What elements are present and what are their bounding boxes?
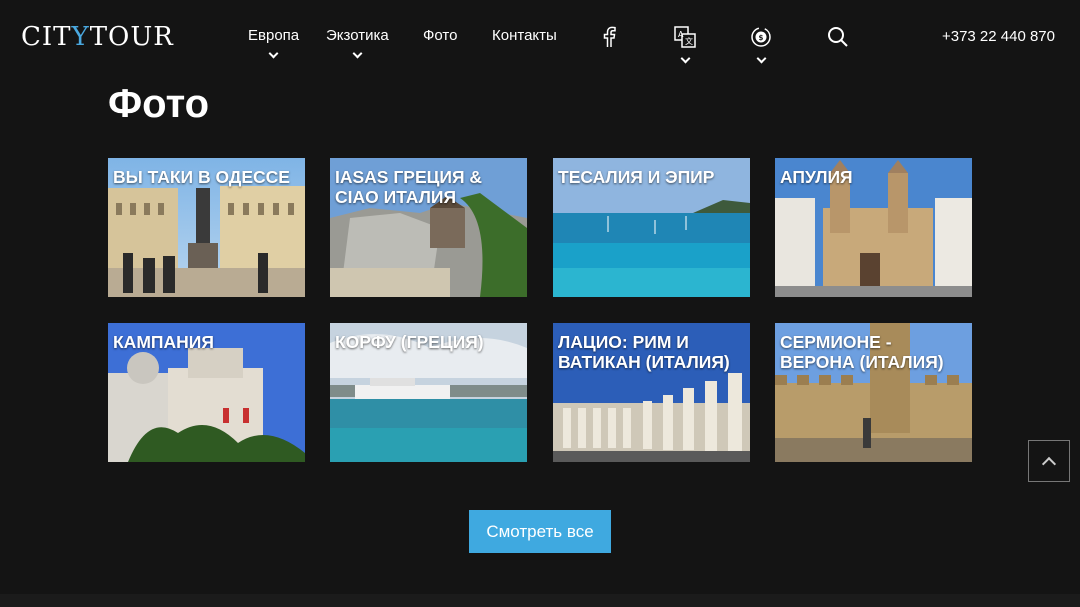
logo-text-part2: TOUR xyxy=(89,22,174,52)
chevron-down-icon[interactable] xyxy=(680,53,691,64)
logo-text-part1: CIT xyxy=(21,22,72,52)
phone-link[interactable]: +373 22 440 870 xyxy=(942,28,1055,45)
chevron-down-icon[interactable] xyxy=(756,53,767,64)
view-all-button[interactable]: Смотреть все xyxy=(469,510,611,553)
page-title: Фото xyxy=(108,82,210,126)
svg-text:A: A xyxy=(678,30,684,39)
tile-label: ВЫ ТАКИ В ОДЕССЕ xyxy=(113,167,290,187)
gallery-tile-greece-italy[interactable]: IASAS ГРЕЦИЯ & CIAO ИТАЛИЯ xyxy=(330,158,527,297)
tile-label: АПУЛИЯ xyxy=(780,167,853,187)
gallery-tile-thessaly[interactable]: ТЕСАЛИЯ И ЭПИР xyxy=(553,158,750,297)
currency-icon[interactable]: $ xyxy=(748,24,774,50)
facebook-icon[interactable] xyxy=(596,24,622,50)
gallery-tile-apulia[interactable]: АПУЛИЯ xyxy=(775,158,972,297)
tile-label: ТЕСАЛИЯ И ЭПИР xyxy=(558,167,715,187)
nav-label: Экзотика xyxy=(326,27,389,44)
nav-item-exotic[interactable]: Экзотика xyxy=(326,27,389,59)
tile-label: КОРФУ (ГРЕЦИЯ) xyxy=(335,332,484,352)
nav-item-europe[interactable]: Европа xyxy=(248,27,300,59)
search-icon[interactable] xyxy=(825,24,851,50)
footer-strip xyxy=(0,594,1080,607)
tile-label: ЛАЦИО: РИМ И ВАТИКАН (ИТАЛИЯ) xyxy=(558,332,730,372)
tile-label: СЕРМИОНЕ - ВЕРОНА (ИТАЛИЯ) xyxy=(780,332,944,372)
chevron-up-icon xyxy=(1041,456,1057,471)
gallery-tile-odessa[interactable]: ВЫ ТАКИ В ОДЕССЕ xyxy=(108,158,305,297)
language-icon[interactable]: A文 xyxy=(672,24,698,50)
gallery-tile-corfu[interactable]: КОРФУ (ГРЕЦИЯ) xyxy=(330,323,527,462)
scroll-to-top-button[interactable] xyxy=(1028,440,1070,482)
tile-label: КАМПАНИЯ xyxy=(113,332,214,352)
chevron-down-icon xyxy=(352,48,363,59)
gallery-tile-sirmione[interactable]: СЕРМИОНЕ - ВЕРОНА (ИТАЛИЯ) xyxy=(775,323,972,462)
nav-label: Фото xyxy=(423,27,458,44)
svg-text:文: 文 xyxy=(685,36,693,46)
logo-text-y: Y xyxy=(71,22,90,52)
nav-item-photo[interactable]: Фото xyxy=(423,27,457,44)
nav-label: Контакты xyxy=(492,27,557,44)
chevron-down-icon xyxy=(268,48,279,59)
site-header: CIT Y TOUR Европа Экзотика Фото Контакты A… xyxy=(0,0,1080,76)
tile-label: IASAS ГРЕЦИЯ & CIAO ИТАЛИЯ xyxy=(335,167,483,207)
gallery-tile-campania[interactable]: КАМПАНИЯ xyxy=(108,323,305,462)
gallery-tile-lazio[interactable]: ЛАЦИО: РИМ И ВАТИКАН (ИТАЛИЯ) xyxy=(553,323,750,462)
svg-text:$: $ xyxy=(759,34,764,42)
nav-item-contacts[interactable]: Контакты xyxy=(492,27,557,44)
nav-label: Европа xyxy=(248,27,300,44)
site-logo[interactable]: CIT Y TOUR xyxy=(21,20,174,54)
